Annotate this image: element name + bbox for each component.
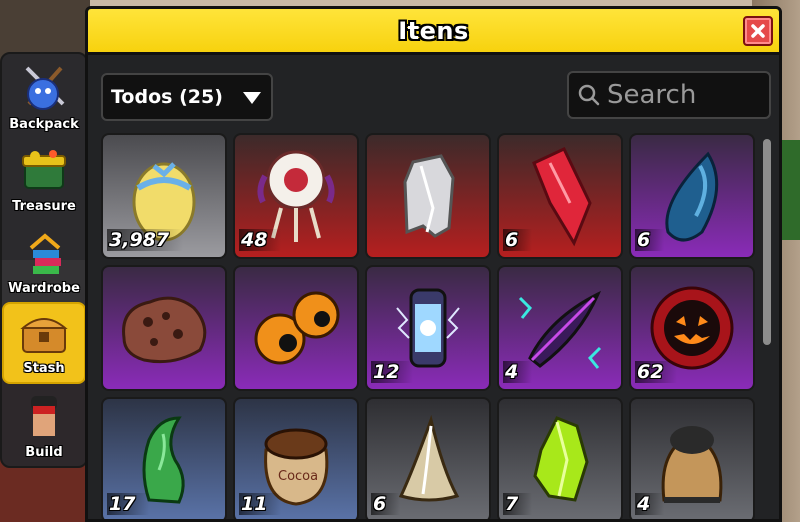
item-quantity: 62 [635, 361, 678, 383]
sidebar-item-treasure[interactable]: Treasure [2, 138, 86, 220]
item-slot-green-crystal[interactable]: 7 [497, 397, 623, 519]
sidebar: Backpack Treasure Wardrobe Stash Build [0, 52, 88, 468]
item-quantity: 6 [371, 493, 401, 515]
item-slot-hooded-cloak[interactable]: 4 [629, 397, 755, 519]
window-title: Itens [398, 16, 469, 45]
item-slot-cocoa-sack[interactable]: Cocoa 11 [233, 397, 359, 519]
item-quantity: 6 [503, 229, 533, 251]
item-slot-dreamcatcher[interactable]: 48 [233, 133, 359, 259]
item-slot-shark-tooth[interactable]: 6 [365, 397, 491, 519]
item-slot-blue-gem[interactable]: 6 [629, 133, 755, 259]
search-input[interactable] [607, 80, 767, 110]
item-quantity: 4 [503, 361, 533, 383]
sidebar-item-label: Backpack [9, 117, 79, 132]
item-quantity: 12 [371, 361, 414, 383]
sidebar-item-label: Wardrobe [8, 281, 80, 296]
sidebar-item-label: Build [25, 445, 63, 460]
inventory-window: Itens Todos (25) 3,987 48 6 6 12 4 62 17 Cocoa 11… [85, 6, 782, 522]
chevron-down-icon [243, 92, 261, 104]
sidebar-item-stash[interactable]: Stash [2, 302, 86, 384]
item-quantity: 3,987 [107, 229, 184, 251]
item-slot-crystal-shard[interactable] [365, 133, 491, 259]
item-slot-pumpkin-orb[interactable]: 62 [629, 265, 755, 391]
sidebar-item-backpack[interactable]: Backpack [2, 56, 86, 138]
item-grid: 3,987 48 6 6 12 4 62 17 Cocoa 11 6 7 4 [101, 133, 756, 519]
item-quantity: 48 [239, 229, 282, 251]
crystal-shard-icon [367, 135, 489, 257]
item-slot-lightning-jar[interactable]: 12 [365, 265, 491, 391]
filter-label: Todos (25) [111, 86, 223, 108]
item-quantity: 11 [239, 493, 282, 515]
filter-dropdown[interactable]: Todos (25) [101, 73, 273, 121]
close-button[interactable] [743, 16, 773, 46]
eyes-icon [235, 267, 357, 389]
close-icon [751, 24, 765, 38]
item-quantity: 4 [635, 493, 665, 515]
sidebar-item-build[interactable]: Build [2, 384, 86, 466]
item-slot-green-claw[interactable]: 17 [101, 397, 227, 519]
item-quantity: 7 [503, 493, 533, 515]
sidebar-item-label: Treasure [12, 199, 76, 214]
build-icon [16, 391, 72, 441]
item-slot-egg[interactable]: 3,987 [101, 133, 227, 259]
item-slot-red-crystal[interactable]: 6 [497, 133, 623, 259]
scrollbar[interactable] [763, 139, 771, 345]
stash-icon [16, 307, 72, 357]
item-quantity: 6 [635, 229, 665, 251]
sidebar-item-label: Stash [23, 361, 65, 376]
title-bar: Itens [88, 9, 779, 55]
search-icon [578, 84, 600, 106]
item-quantity: 17 [107, 493, 150, 515]
item-slot-eyes[interactable] [233, 265, 359, 391]
item-slot-dark-feather[interactable]: 4 [497, 265, 623, 391]
svg-text:Cocoa: Cocoa [278, 469, 318, 484]
sidebar-item-wardrobe[interactable]: Wardrobe [2, 220, 86, 302]
toolbar: Todos (25) [88, 55, 779, 125]
treasure-icon [16, 145, 72, 195]
rock-ore-icon [103, 267, 225, 389]
search-box [567, 71, 771, 119]
backpack-icon [16, 63, 72, 113]
item-slot-rock-ore[interactable] [101, 265, 227, 391]
wardrobe-icon [16, 227, 72, 277]
